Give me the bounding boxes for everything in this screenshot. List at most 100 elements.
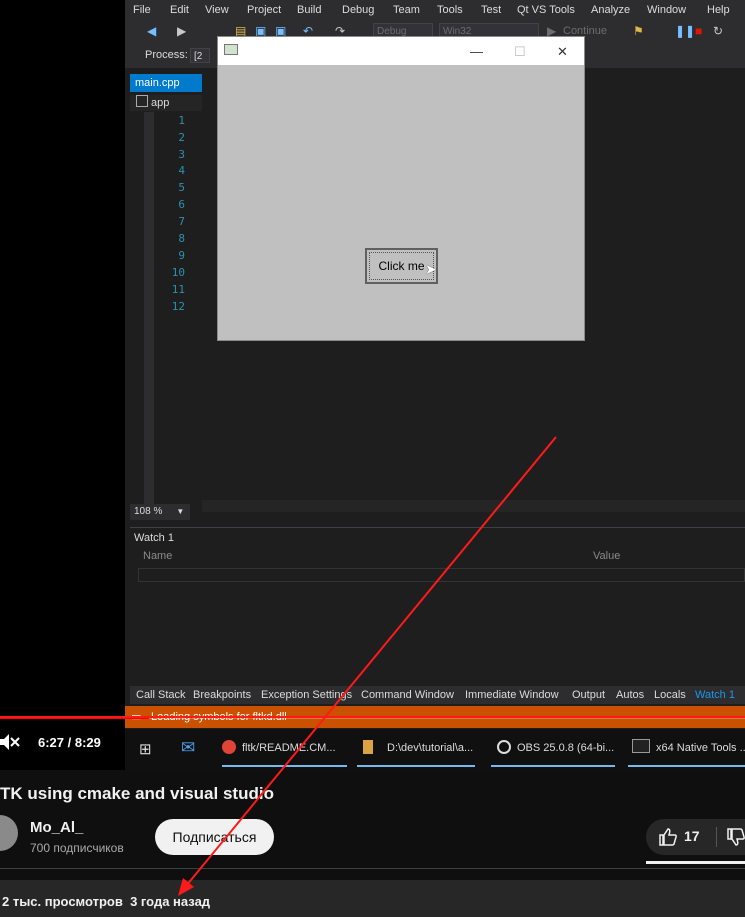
line-number: 1: [178, 114, 185, 127]
folder-icon: [363, 740, 373, 754]
tab-main-cpp[interactable]: main.cpp: [130, 74, 202, 92]
tab-locals[interactable]: Locals: [654, 689, 686, 701]
tab-autos[interactable]: Autos: [616, 689, 644, 701]
taskbar-item-explorer[interactable]: D:\dev\tutorial\a...: [357, 729, 475, 767]
editor-hscroll[interactable]: [202, 500, 745, 512]
menu-analyze: Analyze: [591, 4, 631, 16]
menu-test: Test: [481, 4, 502, 16]
watch-panel: Watch 1 Name Value: [130, 527, 745, 688]
video-time: 6:27 / 8:29: [38, 735, 101, 750]
channel-name[interactable]: Mo_Al_: [30, 819, 83, 836]
close-icon[interactable]: ✕: [557, 44, 568, 60]
minimize-icon[interactable]: —: [470, 44, 483, 59]
taskbar-label: D:\dev\tutorial\a...: [387, 742, 474, 754]
process-select: [2: [190, 48, 210, 63]
tab-immediate-window[interactable]: Immediate Window: [465, 689, 559, 701]
taskbar-item-obs[interactable]: OBS 25.0.8 (64-bi...: [491, 729, 615, 767]
mail-icon[interactable]: ✉: [181, 738, 195, 758]
windows-start-icon[interactable]: ⊞: [139, 740, 152, 758]
chrome-icon: [222, 740, 236, 754]
watch-row[interactable]: [138, 568, 745, 582]
line-number: 11: [171, 283, 185, 296]
line-number-gutter: 1 2 3 4 5 6 7 8 9 10 11 12: [130, 112, 202, 512]
taskbar-label: fltk/README.CM...: [242, 742, 336, 754]
divider: [0, 868, 745, 869]
tab-breakpoints[interactable]: Breakpoints: [193, 689, 251, 701]
watch-header: Name Value: [138, 550, 745, 566]
tab-watch-1[interactable]: Watch 1: [695, 689, 735, 701]
line-number: 2: [178, 131, 185, 144]
tab-output[interactable]: Output: [572, 689, 605, 701]
menu-build: Build: [297, 4, 322, 16]
watch-col-value: Value: [593, 550, 621, 562]
menu-debug: Debug: [342, 4, 375, 16]
mute-icon[interactable]: [0, 732, 20, 752]
fltk-app-window: — ☐ ✕ Click me ➤: [217, 36, 585, 341]
muted-speaker-icon: [0, 734, 20, 750]
terminal-icon: [632, 739, 650, 753]
like-separator: [716, 827, 717, 847]
tab-command-window[interactable]: Command Window: [361, 689, 454, 701]
thumbs-down-icon: [727, 828, 745, 846]
fltk-titlebar[interactable]: — ☐ ✕: [218, 37, 584, 65]
back-icon: ◀: [147, 24, 157, 38]
line-number: 5: [178, 181, 185, 194]
obs-icon: [497, 740, 511, 754]
line-number: 9: [178, 249, 185, 262]
subscriber-count: 700 подписчиков: [30, 841, 124, 855]
like-underline: [646, 861, 745, 864]
line-number: 10: [171, 266, 185, 279]
dislike-button[interactable]: [726, 827, 745, 852]
menu-qt-vs-tools: Qt VS Tools: [517, 4, 575, 16]
browse-icon: ⚑: [633, 24, 644, 38]
selection-margin: [144, 112, 154, 512]
video-player[interactable]: File Edit View Project Build Debug Team …: [0, 0, 745, 770]
taskbar-underline: [357, 765, 475, 767]
like-button[interactable]: [658, 827, 678, 852]
restart-icon: ↻: [713, 24, 724, 38]
subscribe-button[interactable]: Подписаться: [155, 819, 274, 855]
line-number: 7: [178, 215, 185, 228]
taskbar-underline: [628, 765, 745, 767]
menu-team: Team: [393, 4, 420, 16]
view-stats: 2 тыс. просмотров 3 года назад: [2, 894, 210, 909]
menu-view: View: [205, 4, 229, 16]
menu-help: Help: [707, 4, 730, 16]
zoom-select[interactable]: 108 % ▼: [130, 504, 190, 520]
like-count: 17: [684, 828, 700, 844]
like-dislike-group: 17: [646, 819, 745, 855]
video-progress-fill: [0, 716, 149, 719]
forward-icon: ▶: [177, 24, 187, 38]
taskbar-item-terminal[interactable]: x64 Native Tools ...: [628, 729, 745, 767]
mouse-cursor-icon: ➤: [425, 261, 437, 277]
video-progress-bar[interactable]: [0, 716, 745, 719]
process-label: Process:: [145, 49, 188, 61]
watch-col-name: Name: [143, 550, 173, 562]
line-number: 12: [171, 300, 185, 313]
channel-avatar[interactable]: [0, 815, 18, 851]
scope-label: app: [151, 97, 170, 109]
scope-navigator[interactable]: app: [130, 95, 202, 111]
menu-tools: Tools: [437, 4, 463, 16]
taskbar-underline: [222, 765, 347, 767]
line-number: 6: [178, 198, 185, 211]
tab-call-stack[interactable]: Call Stack: [136, 689, 186, 701]
upload-age: 3 года назад: [130, 894, 211, 909]
stop-icon: ■: [695, 24, 703, 38]
watch-title: Watch 1: [134, 532, 174, 544]
scope-icon: [136, 95, 148, 107]
menu-window: Window: [647, 4, 687, 16]
taskbar-item-chrome[interactable]: fltk/README.CM...: [222, 729, 347, 767]
zoom-label: 108 %: [134, 506, 163, 517]
taskbar-label: OBS 25.0.8 (64-bi...: [517, 742, 615, 754]
taskbar-label: x64 Native Tools ...: [656, 742, 745, 754]
app-icon: [224, 44, 238, 55]
line-number: 8: [178, 232, 185, 245]
windows-taskbar: ⊞ ✉ fltk/README.CM... D:\dev\tutorial\a.…: [125, 729, 745, 770]
view-count: 2 тыс. просмотров: [2, 894, 123, 909]
tab-exception-settings[interactable]: Exception Settings: [261, 689, 352, 701]
thumbs-up-icon: [659, 828, 677, 846]
line-number: 3: [178, 148, 185, 161]
maximize-icon[interactable]: ☐: [514, 44, 526, 60]
menu-edit: Edit: [170, 4, 189, 16]
